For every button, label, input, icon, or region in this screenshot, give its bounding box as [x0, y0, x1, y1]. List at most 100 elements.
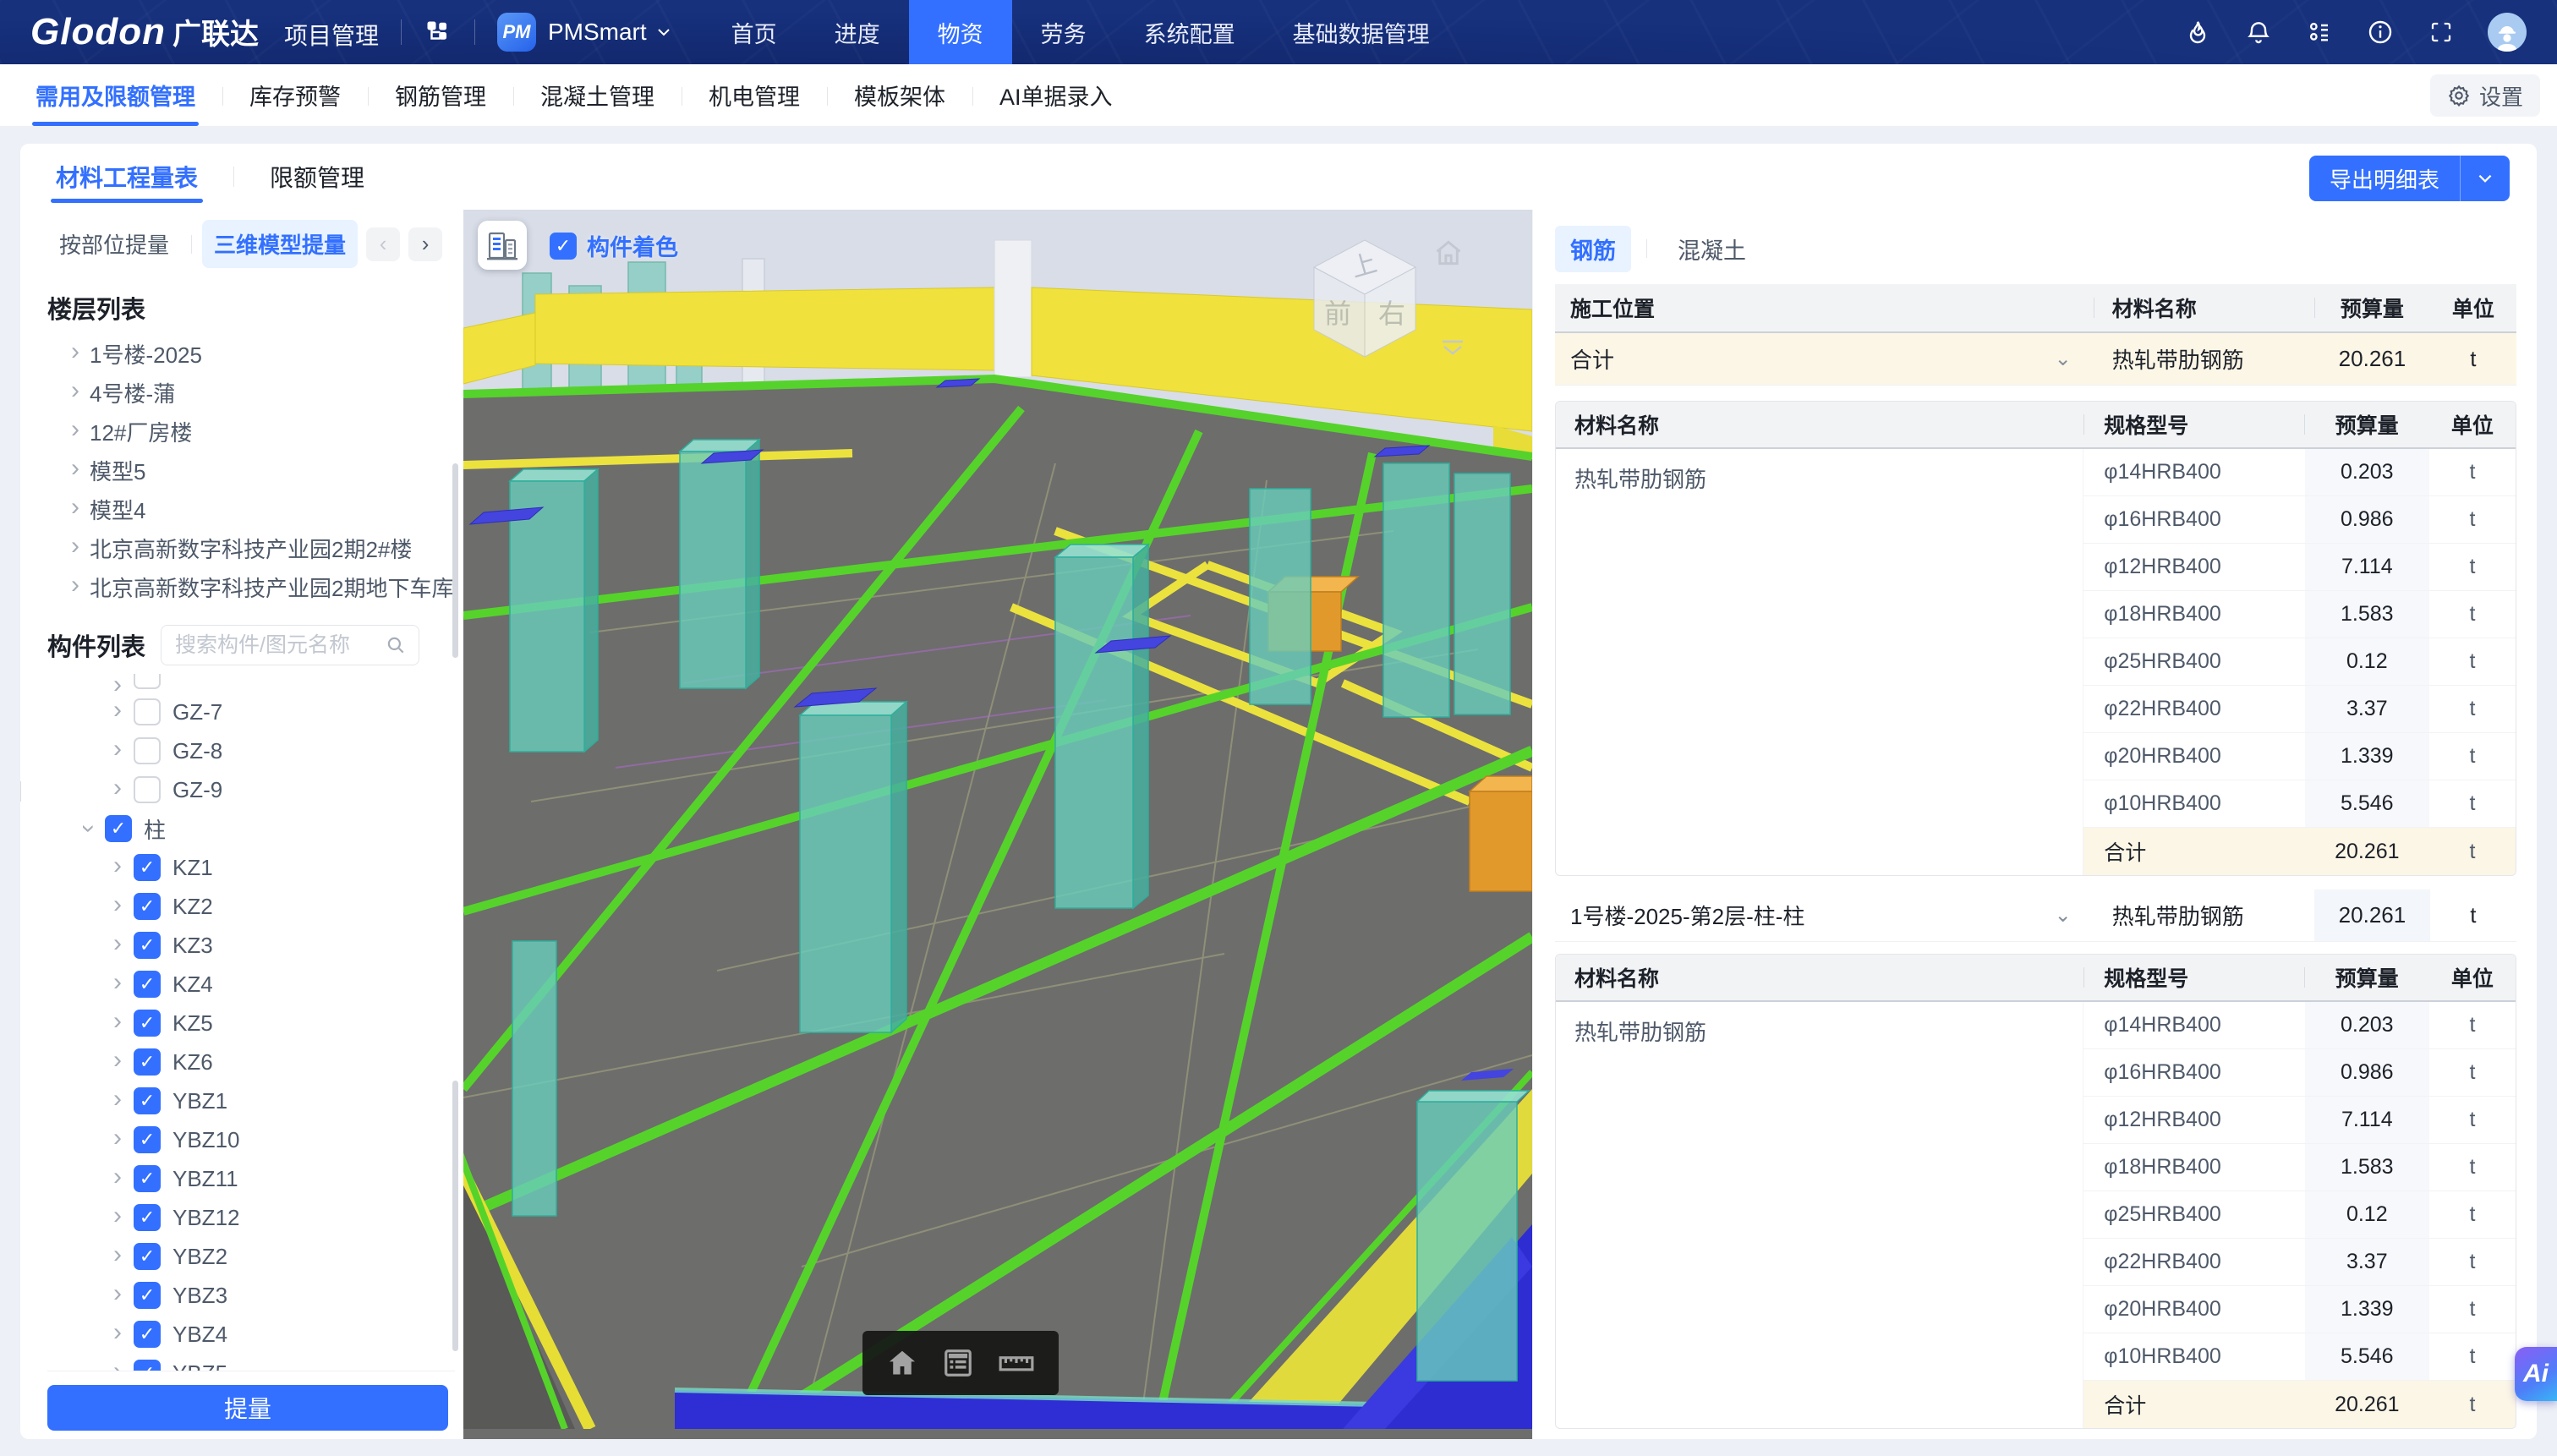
tab-rebar[interactable]: 钢筋 — [1555, 226, 1631, 272]
component-shading-toggle[interactable]: 构件着色 — [550, 229, 678, 262]
info-icon[interactable] — [2366, 18, 2395, 47]
component-tree-item[interactable]: › — [47, 674, 455, 692]
expand-chevron-icon[interactable]: › — [76, 824, 101, 833]
top-menu-item[interactable]: 首页 — [703, 0, 806, 64]
component-tree-item[interactable]: › KZ5 — [47, 1004, 455, 1043]
component-tree-item[interactable]: › YBZ12 — [47, 1198, 455, 1237]
component-tree-item[interactable]: › 柱 — [47, 809, 455, 848]
component-tree-item[interactable]: › YBZ1 — [47, 1081, 455, 1120]
floor-tree-item[interactable]: › 1号楼-2025 — [47, 334, 455, 373]
expand-chevron-icon[interactable]: › — [113, 775, 122, 801]
table-row[interactable]: φ22HRB400 3.37 t — [2083, 686, 2516, 733]
component-checkbox[interactable] — [134, 1204, 161, 1231]
measure-tool-button[interactable] — [998, 1347, 1035, 1379]
expand-chevron-icon[interactable]: › — [113, 674, 122, 692]
flame-icon[interactable] — [2183, 18, 2212, 47]
component-tree-item[interactable]: › YBZ11 — [47, 1159, 455, 1198]
shading-checkbox[interactable] — [550, 233, 577, 260]
component-checkbox[interactable] — [134, 1010, 161, 1037]
table-row[interactable]: φ25HRB400 0.12 t — [2083, 638, 2516, 686]
component-checkbox[interactable] — [134, 737, 161, 764]
subnav-item[interactable]: 模板架体 — [827, 64, 972, 126]
component-tree-item[interactable]: › KZ4 — [47, 965, 455, 1004]
subnav-item[interactable]: 库存预警 — [222, 64, 368, 126]
expand-chevron-icon[interactable]: › — [113, 892, 122, 917]
floor-list-scrollbar[interactable] — [452, 463, 458, 658]
component-tree-item[interactable]: › YBZ3 — [47, 1276, 455, 1315]
top-menu-item[interactable]: 进度 — [806, 0, 909, 64]
component-checkbox[interactable] — [134, 1321, 161, 1348]
floor-tree-item[interactable]: › 模型5 — [47, 451, 455, 490]
properties-panel-button[interactable] — [942, 1347, 974, 1379]
table-row[interactable]: φ25HRB400 0.12 t — [2083, 1191, 2516, 1239]
top-menu-item[interactable]: 物资 — [909, 0, 1012, 64]
table-row[interactable]: φ16HRB400 0.986 t — [2083, 1049, 2516, 1097]
expand-chevron-icon[interactable]: › — [71, 572, 79, 598]
apps-icon[interactable] — [2305, 18, 2334, 47]
cube-face-front[interactable]: 前 — [1324, 298, 1351, 329]
expand-chevron-icon[interactable]: › — [113, 1048, 122, 1073]
component-checkbox[interactable] — [134, 1282, 161, 1309]
org-tree-icon[interactable] — [424, 18, 452, 47]
table-row[interactable]: 合计 20.261 t — [2083, 828, 2516, 875]
expand-chevron-icon[interactable]: › — [113, 1087, 122, 1112]
component-tree-item[interactable]: › KZ1 — [47, 848, 455, 887]
bim-3d-scene[interactable] — [463, 210, 1532, 1429]
component-tree-item[interactable]: › GZ-8 — [47, 731, 455, 770]
top-menu-item[interactable]: 系统配置 — [1115, 0, 1264, 64]
component-tree-item[interactable]: › YBZ4 — [47, 1315, 455, 1354]
component-checkbox[interactable] — [134, 698, 161, 725]
component-search-input[interactable] — [175, 633, 378, 658]
collapse-chevrons-icon[interactable] — [1436, 337, 1470, 366]
expand-chevron-icon[interactable]: › — [113, 1320, 122, 1345]
pmsmart-app-icon[interactable]: PM — [497, 13, 536, 52]
settings-button[interactable]: 设置 — [2430, 74, 2540, 117]
mode-tab-by-part[interactable]: 按部位提量 — [47, 220, 181, 268]
scroll-right-button[interactable]: › — [408, 227, 442, 261]
table-row[interactable]: φ14HRB400 0.203 t — [2083, 1002, 2516, 1049]
summary-row-total[interactable]: 合计⌄ 热轧带肋钢筋 20.261 t — [1555, 333, 2516, 386]
expand-chevron-icon[interactable]: › — [113, 1281, 122, 1306]
component-tree-item[interactable]: › GZ-7 — [47, 692, 455, 731]
expand-chevron-icon[interactable]: › — [113, 1203, 122, 1229]
component-tree-item[interactable]: › YBZ10 — [47, 1120, 455, 1159]
user-avatar[interactable] — [2488, 13, 2527, 52]
table-row[interactable]: φ18HRB400 1.583 t — [2083, 1144, 2516, 1191]
component-checkbox[interactable] — [134, 1165, 161, 1192]
view-cube[interactable]: 上 前 右 — [1297, 232, 1432, 367]
expand-chevron-icon[interactable]: › — [113, 1359, 122, 1371]
expand-chevron-icon[interactable]: › — [113, 736, 122, 762]
table-row[interactable]: φ14HRB400 0.203 t — [2083, 449, 2516, 496]
expand-chevron-icon[interactable]: › — [71, 339, 79, 364]
cube-face-right[interactable]: 右 — [1378, 298, 1405, 329]
fullscreen-icon[interactable] — [2427, 18, 2456, 47]
component-checkbox[interactable] — [134, 1360, 161, 1371]
table-row[interactable]: φ16HRB400 0.986 t — [2083, 496, 2516, 544]
expand-chevron-icon[interactable]: › — [71, 495, 79, 520]
component-checkbox[interactable] — [134, 932, 161, 959]
floor-tree-item[interactable]: › 4号楼-蒲 — [47, 373, 455, 412]
table-row[interactable]: φ20HRB400 1.339 t — [2083, 1286, 2516, 1333]
expand-chevron-icon[interactable]: › — [113, 931, 122, 956]
tab-material-quantity[interactable]: 材料工程量表 — [51, 144, 203, 210]
table-row[interactable]: φ18HRB400 1.583 t — [2083, 591, 2516, 638]
table-row[interactable]: φ22HRB400 3.37 t — [2083, 1239, 2516, 1286]
search-icon[interactable] — [385, 634, 407, 656]
tab-concrete[interactable]: 混凝土 — [1662, 226, 1761, 272]
component-checkbox[interactable] — [134, 893, 161, 920]
model-info-button[interactable] — [478, 221, 527, 270]
component-checkbox[interactable] — [134, 1126, 161, 1153]
chevron-down-icon[interactable]: ⌄ — [2055, 903, 2072, 928]
table-row[interactable]: φ12HRB400 7.114 t — [2083, 544, 2516, 591]
expand-chevron-icon[interactable]: › — [113, 1242, 122, 1267]
floor-tree-item[interactable]: › 12#厂房楼 — [47, 412, 455, 451]
summary-row-location[interactable]: 1号楼-2025-第2层-柱-柱⌄ 热轧带肋钢筋 20.261 t — [1555, 889, 2516, 942]
floor-tree-item[interactable]: › 北京高新数字科技产业园2期地下车库人防 — [47, 567, 455, 606]
table-row[interactable]: φ10HRB400 5.546 t — [2083, 780, 2516, 828]
component-tree-item[interactable]: › KZ6 — [47, 1043, 455, 1081]
component-list-scrollbar[interactable] — [452, 1081, 458, 1351]
top-menu-item[interactable]: 基础数据管理 — [1264, 0, 1459, 64]
component-checkbox[interactable] — [134, 1048, 161, 1076]
expand-chevron-icon[interactable]: › — [113, 970, 122, 995]
component-tree-item[interactable]: › YBZ5 — [47, 1354, 455, 1371]
